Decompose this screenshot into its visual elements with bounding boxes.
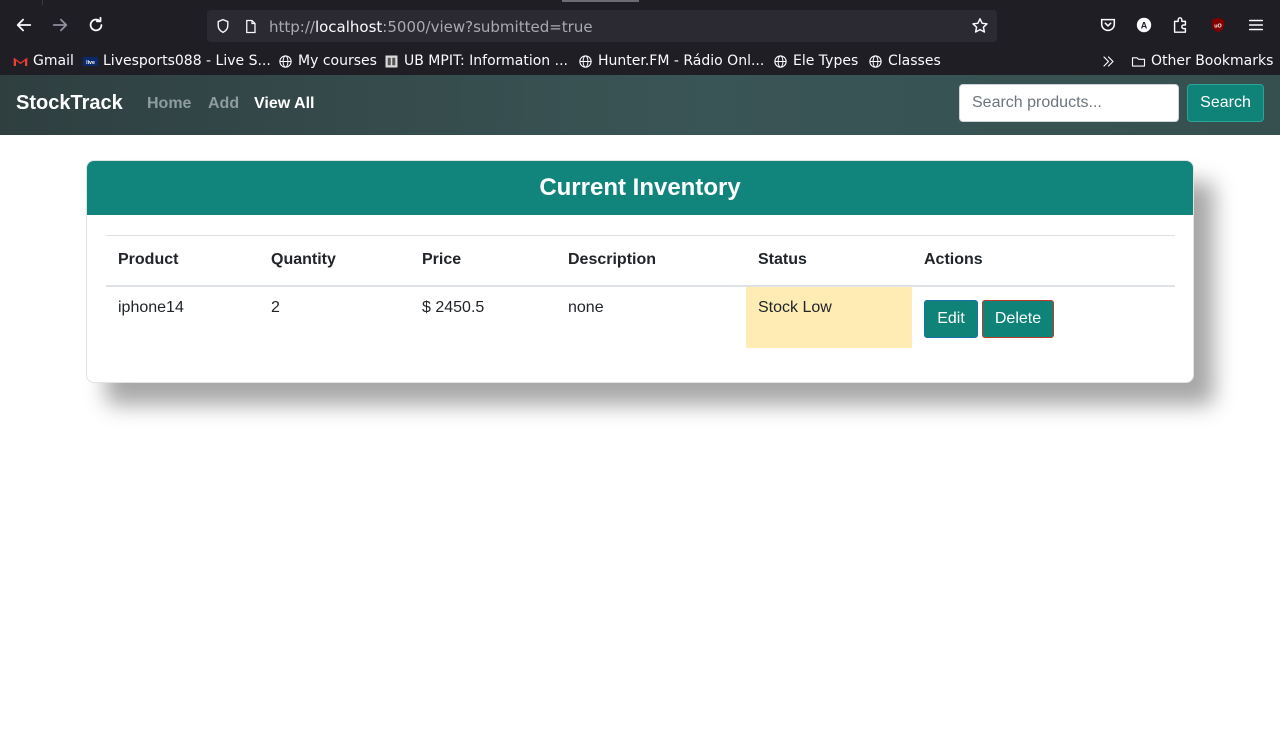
- bookmarks-bar: Gmail live Livesports088 - Live S... My …: [0, 45, 1280, 75]
- table-row: iphone14 2 $ 2450.5 none Stock Low Edit D…: [106, 285, 1175, 348]
- gmail-icon: [12, 53, 28, 69]
- reload-button[interactable]: [82, 11, 110, 39]
- forward-button[interactable]: [46, 11, 74, 39]
- column-header-price: Price: [410, 235, 556, 287]
- pocket-icon: [1100, 18, 1116, 32]
- column-header-description: Description: [556, 235, 746, 287]
- puzzle-icon: [1173, 17, 1187, 33]
- column-header-product: Product: [106, 235, 259, 287]
- globe-icon: [772, 53, 788, 69]
- inventory-table: Product Quantity Price Description Statu…: [106, 235, 1175, 348]
- globe-icon: [867, 53, 883, 69]
- inventory-table-wrapper: Product Quantity Price Description Statu…: [106, 235, 1175, 348]
- search-button[interactable]: Search: [1187, 84, 1264, 122]
- forward-arrow-icon: [52, 18, 68, 32]
- bookmark-my-courses[interactable]: My courses: [277, 51, 377, 71]
- double-chevron-right-icon: [1100, 53, 1116, 69]
- nav-link-view-all[interactable]: View All: [254, 95, 314, 113]
- cell-product: iphone14: [118, 298, 184, 316]
- inventory-card: Current Inventory Product Quantity Price…: [86, 160, 1194, 383]
- bookmark-ub-mpit[interactable]: UB MPIT: Information ...: [383, 51, 568, 71]
- page-icon[interactable]: [241, 17, 259, 35]
- cell-price: $ 2450.5: [422, 298, 485, 316]
- livesports-icon: live: [82, 53, 98, 69]
- cell-actions: Edit Delete: [912, 286, 1175, 348]
- table-header-row: Product Quantity Price Description Statu…: [106, 235, 1175, 287]
- ublock-button[interactable]: uO: [1204, 11, 1232, 39]
- svg-text:A: A: [1141, 21, 1148, 31]
- cell-quantity: 2: [271, 298, 280, 316]
- account-button[interactable]: A: [1130, 11, 1158, 39]
- svg-text:live: live: [86, 59, 95, 65]
- bookmark-gmail[interactable]: Gmail: [12, 51, 74, 71]
- page-title: Current Inventory: [539, 174, 741, 201]
- browser-toolbar: http://localhost:5000/view?submitted=tru…: [0, 5, 1280, 45]
- ub-icon: [383, 53, 399, 69]
- globe-icon: [277, 53, 293, 69]
- card-header: Current Inventory: [87, 161, 1193, 215]
- back-arrow-icon: [16, 18, 32, 32]
- brand-logo[interactable]: StockTrack: [16, 92, 123, 115]
- active-tab-indicator: [562, 0, 639, 2]
- url-bar[interactable]: http://localhost:5000/view?submitted=tru…: [207, 10, 997, 42]
- star-icon[interactable]: [971, 17, 989, 35]
- nav-link-home[interactable]: Home: [147, 95, 191, 113]
- browser-chrome: http://localhost:5000/view?submitted=tru…: [0, 0, 1280, 75]
- svg-text:uO: uO: [1214, 23, 1221, 29]
- bookmarks-overflow-button[interactable]: [1100, 51, 1116, 71]
- reload-icon: [89, 16, 103, 32]
- pocket-button[interactable]: [1094, 11, 1122, 39]
- hamburger-menu-icon: [1248, 19, 1264, 31]
- search-input[interactable]: [959, 84, 1179, 122]
- extensions-button[interactable]: [1166, 11, 1194, 39]
- other-bookmarks-folder[interactable]: Other Bookmarks: [1130, 51, 1273, 71]
- edit-button[interactable]: Edit: [924, 299, 978, 338]
- globe-icon: [577, 53, 593, 69]
- bookmark-hunter-fm[interactable]: Hunter.FM - Rádio Onl...: [577, 51, 764, 71]
- column-header-status: Status: [746, 235, 912, 287]
- bookmark-ele-types[interactable]: Ele Types: [772, 51, 858, 71]
- app-navbar: StockTrack Home Add View All Search: [0, 75, 1280, 135]
- nav-link-add[interactable]: Add: [208, 95, 239, 113]
- folder-icon: [1130, 53, 1146, 69]
- account-avatar-icon: A: [1136, 17, 1152, 33]
- delete-button[interactable]: Delete: [982, 299, 1054, 338]
- status-badge: Stock Low: [746, 285, 912, 348]
- column-header-actions: Actions: [912, 235, 1175, 287]
- menu-button[interactable]: [1242, 11, 1270, 39]
- url-text[interactable]: http://localhost:5000/view?submitted=tru…: [269, 18, 593, 36]
- shield-icon[interactable]: [214, 17, 232, 35]
- ublock-origin-icon: uO: [1211, 17, 1225, 33]
- bookmark-classes[interactable]: Classes: [867, 51, 941, 71]
- column-header-quantity: Quantity: [259, 235, 410, 287]
- back-button[interactable]: [10, 11, 38, 39]
- cell-description: none: [568, 298, 604, 316]
- bookmark-livesports[interactable]: live Livesports088 - Live S...: [82, 51, 271, 71]
